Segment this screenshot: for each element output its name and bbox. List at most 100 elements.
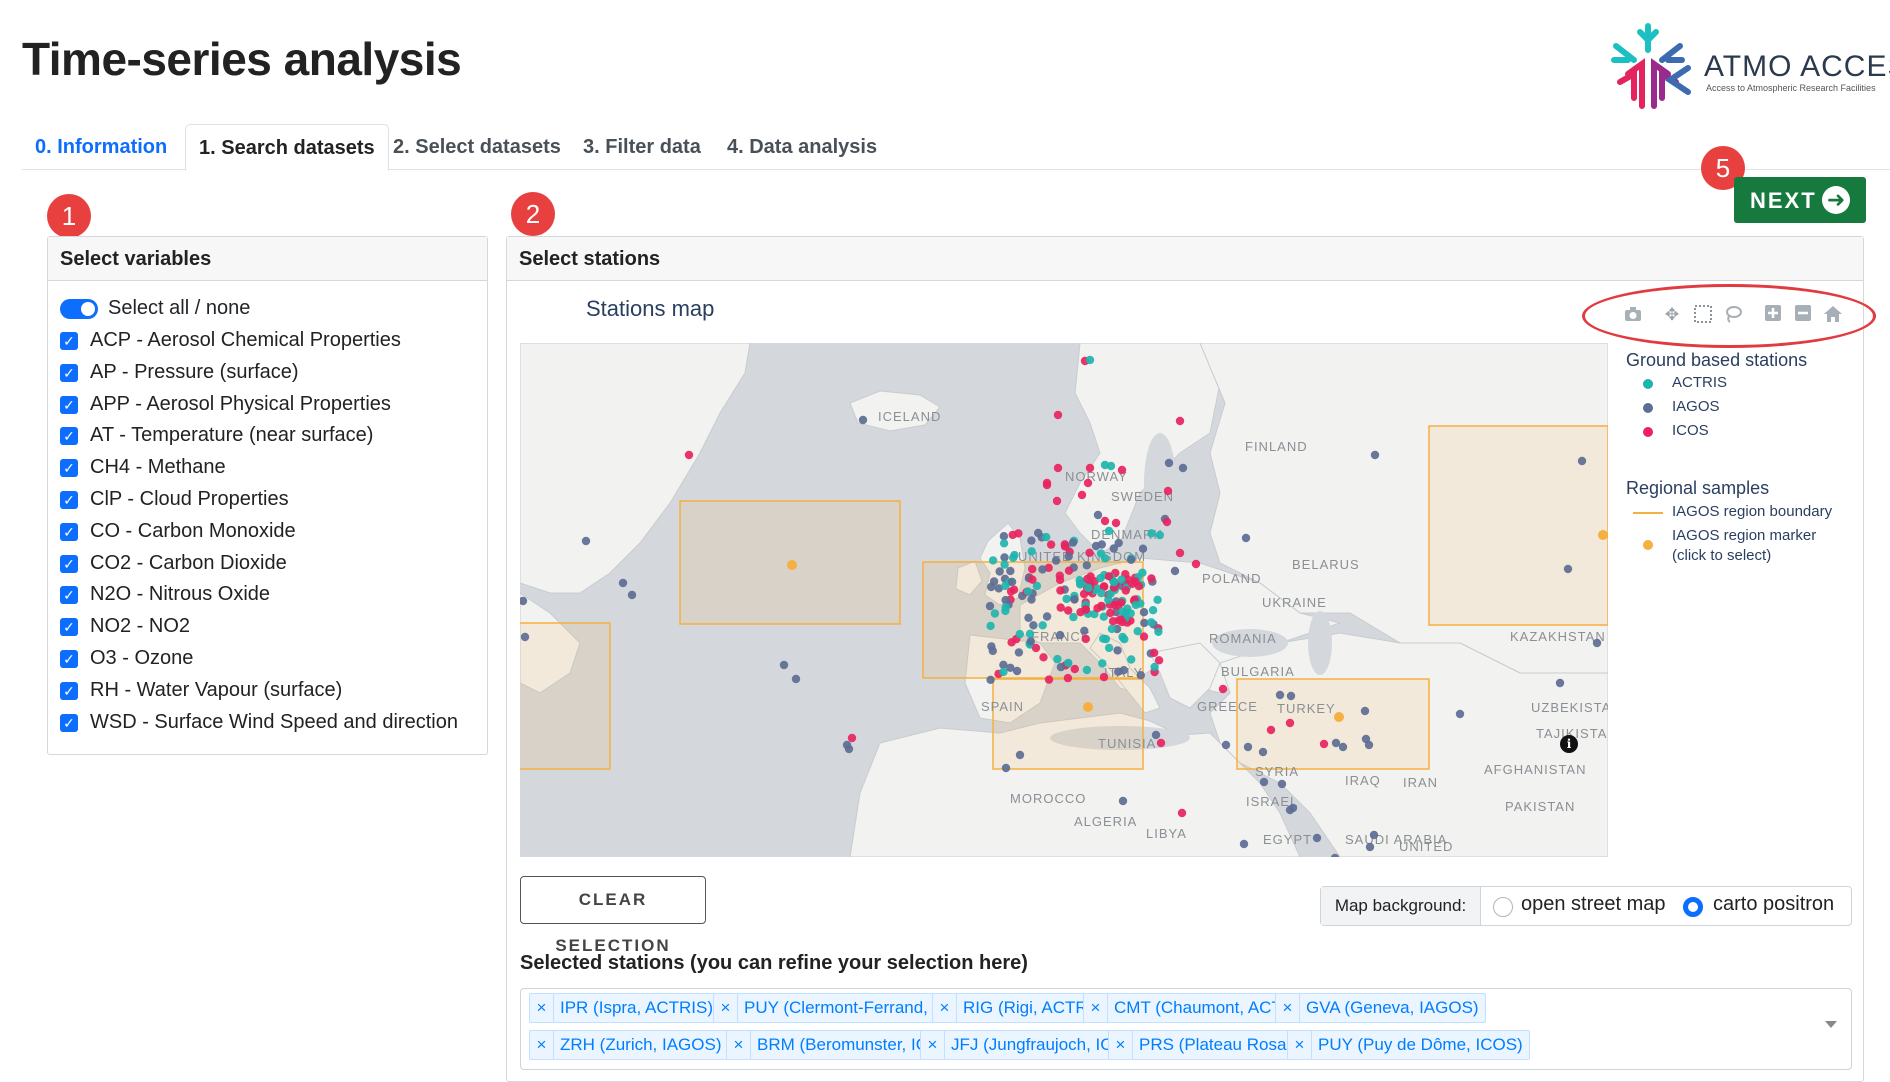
variable-checkbox[interactable]: ✓ bbox=[60, 491, 78, 509]
station-marker[interactable] bbox=[1051, 556, 1061, 565]
station-marker[interactable] bbox=[1039, 653, 1048, 662]
legend-region-boundary-label[interactable]: IAGOS region boundary bbox=[1672, 503, 1832, 520]
station-marker[interactable] bbox=[1076, 580, 1085, 589]
station-marker[interactable] bbox=[1056, 603, 1065, 612]
station-marker[interactable] bbox=[1218, 684, 1228, 694]
iagos-region-marker[interactable] bbox=[1083, 702, 1093, 712]
variable-checkbox[interactable]: ✓ bbox=[60, 713, 78, 732]
station-marker[interactable] bbox=[1042, 480, 1052, 490]
station-marker[interactable] bbox=[1139, 608, 1149, 617]
station-marker[interactable] bbox=[1133, 627, 1142, 636]
station-marker[interactable] bbox=[1038, 565, 1047, 574]
station-marker[interactable] bbox=[1012, 666, 1022, 676]
station-marker[interactable] bbox=[1096, 574, 1105, 583]
station-marker[interactable] bbox=[1055, 575, 1065, 585]
station-marker[interactable] bbox=[1170, 566, 1180, 576]
station-marker[interactable] bbox=[1147, 529, 1156, 538]
station-marker[interactable] bbox=[1007, 638, 1016, 647]
station-marker[interactable] bbox=[1083, 574, 1092, 584]
station-marker[interactable] bbox=[1010, 550, 1019, 560]
station-marker[interactable] bbox=[1138, 544, 1148, 553]
station-marker[interactable] bbox=[987, 582, 996, 592]
station-marker[interactable] bbox=[1369, 830, 1379, 840]
station-marker[interactable] bbox=[1241, 533, 1251, 543]
station-marker[interactable] bbox=[1286, 691, 1296, 701]
station-marker[interactable] bbox=[1064, 566, 1074, 575]
station-marker[interactable] bbox=[999, 539, 1009, 548]
station-marker[interactable] bbox=[1150, 648, 1159, 657]
pan-icon[interactable]: ✥ bbox=[1661, 304, 1683, 326]
station-marker[interactable] bbox=[1081, 605, 1091, 614]
station-marker[interactable] bbox=[581, 536, 591, 546]
station-marker[interactable] bbox=[1117, 465, 1127, 475]
station-marker[interactable] bbox=[779, 660, 789, 670]
station-marker[interactable] bbox=[1060, 540, 1069, 549]
iagos-region-boundary[interactable] bbox=[992, 678, 1144, 770]
station-marker[interactable] bbox=[1093, 510, 1103, 520]
legend-region-marker-label[interactable]: IAGOS region marker bbox=[1672, 527, 1816, 544]
tab-select-datasets[interactable]: 2. Select datasets bbox=[380, 124, 574, 170]
station-marker[interactable] bbox=[1259, 777, 1269, 787]
station-marker[interactable] bbox=[1150, 662, 1159, 672]
station-marker[interactable] bbox=[1077, 490, 1087, 500]
station-marker[interactable] bbox=[1175, 548, 1185, 558]
station-marker[interactable] bbox=[1136, 671, 1145, 680]
station-marker[interactable] bbox=[1455, 709, 1465, 719]
station-marker[interactable] bbox=[1114, 667, 1123, 676]
station-marker[interactable] bbox=[1239, 839, 1249, 849]
station-marker[interactable] bbox=[1042, 612, 1052, 621]
chip-remove-icon[interactable]: × bbox=[1084, 994, 1108, 1022]
station-marker[interactable] bbox=[1147, 618, 1156, 627]
station-marker[interactable] bbox=[1046, 540, 1056, 549]
stations-map[interactable]: ICELAND FINLAND NORWAY SWEDEN DENMARK UNITED … bbox=[520, 343, 1608, 857]
station-marker[interactable] bbox=[1000, 560, 1009, 569]
station-marker[interactable] bbox=[1365, 842, 1375, 852]
station-marker[interactable] bbox=[1029, 621, 1038, 630]
station-marker[interactable] bbox=[1053, 654, 1062, 664]
station-marker[interactable] bbox=[1175, 416, 1185, 426]
clear-selection-button[interactable]: CLEAR SELECTION bbox=[520, 876, 706, 955]
variable-checkbox[interactable]: ✓ bbox=[60, 681, 78, 700]
iagos-region-marker[interactable] bbox=[787, 560, 797, 570]
station-marker[interactable] bbox=[1052, 496, 1062, 506]
station-marker[interactable] bbox=[1026, 637, 1035, 646]
station-marker[interactable] bbox=[1100, 516, 1110, 526]
station-marker[interactable] bbox=[1331, 738, 1341, 748]
station-marker[interactable] bbox=[1178, 463, 1188, 473]
chip-remove-icon[interactable]: × bbox=[1288, 1031, 1312, 1059]
station-marker[interactable] bbox=[1042, 532, 1051, 542]
station-marker[interactable] bbox=[1093, 604, 1102, 613]
station-marker[interactable] bbox=[990, 609, 1000, 618]
chip-remove-icon[interactable]: × bbox=[727, 1031, 751, 1059]
tab-filter-data[interactable]: 3. Filter data bbox=[570, 124, 714, 170]
station-marker[interactable] bbox=[1064, 552, 1073, 561]
variable-checkbox[interactable]: ✓ bbox=[60, 332, 78, 350]
station-marker[interactable] bbox=[986, 621, 995, 631]
station-marker[interactable] bbox=[1085, 355, 1095, 365]
station-marker[interactable] bbox=[1053, 410, 1063, 420]
station-marker[interactable] bbox=[1097, 589, 1106, 598]
station-marker[interactable] bbox=[1148, 606, 1158, 615]
station-marker[interactable] bbox=[1191, 559, 1201, 569]
station-marker[interactable] bbox=[1285, 805, 1295, 815]
station-marker[interactable] bbox=[985, 601, 995, 611]
station-marker[interactable] bbox=[1266, 725, 1276, 735]
station-marker[interactable] bbox=[1114, 538, 1123, 548]
zoom-out-icon[interactable] bbox=[1792, 304, 1814, 326]
chip-remove-icon[interactable]: × bbox=[921, 1031, 945, 1059]
select-all-toggle-row[interactable]: Select all / none bbox=[60, 297, 460, 323]
station-marker[interactable] bbox=[1126, 555, 1136, 564]
station-marker[interactable] bbox=[1082, 665, 1092, 675]
station-marker[interactable] bbox=[1147, 574, 1156, 583]
station-marker[interactable] bbox=[1028, 564, 1037, 574]
iagos-region-boundary[interactable] bbox=[520, 622, 611, 770]
station-marker[interactable] bbox=[1153, 595, 1162, 604]
variable-checkbox[interactable]: ✓ bbox=[60, 427, 78, 446]
legend-actris-label[interactable]: ACTRIS bbox=[1672, 374, 1727, 391]
camera-icon[interactable] bbox=[1622, 304, 1644, 326]
chevron-down-icon[interactable] bbox=[1825, 1021, 1837, 1028]
map-info-icon[interactable]: i bbox=[1560, 735, 1578, 753]
tab-search-datasets[interactable]: 1. Search datasets bbox=[185, 124, 389, 171]
station-marker[interactable] bbox=[844, 744, 854, 754]
station-marker[interactable] bbox=[1118, 796, 1128, 806]
